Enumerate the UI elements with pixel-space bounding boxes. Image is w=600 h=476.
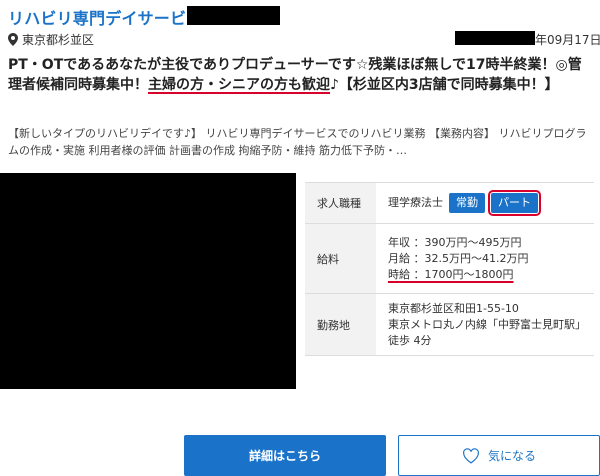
headline-highlight: 主婦の方・シニアの方も歓迎: [148, 77, 330, 93]
location-text: 東京都杉並区: [22, 33, 95, 47]
job-headline[interactable]: PT・OTであるあなたが主役でありプロデューサーです☆残業ほぼ無しで17時半終業…: [8, 55, 594, 95]
map-pin-icon: [8, 33, 18, 46]
redacted-block: [455, 31, 535, 45]
table-row: 給料 年収 ：390万円〜495万円 月給 ：32.5万円〜41.2万円 時給 …: [305, 224, 594, 294]
access: 東京メトロ丸ノ内線「中野富士見町駅」徒歩 4分: [388, 317, 586, 347]
job-info-table: 求人職種 理学療法士 常勤 パート 給料 年収 ：390万円〜495万円 月給 …: [305, 182, 594, 356]
detail-button[interactable]: 詳細はこちら: [184, 435, 386, 476]
tag-fulltime: 常勤: [449, 193, 485, 213]
salary-cell: 年収 ：390万円〜495万円 月給 ：32.5万円〜41.2万円 時給 ：17…: [376, 224, 594, 293]
job-photo: [0, 173, 296, 389]
favorite-label: 気になる: [487, 449, 536, 463]
type-cell: 理学療法士 常勤 パート: [376, 183, 594, 223]
favorite-button[interactable]: 気になる: [398, 435, 600, 476]
salary-hourly: 時給 ：1700円〜1800円: [388, 267, 514, 281]
type-value: 理学療法士: [388, 196, 443, 209]
redacted-block: [187, 6, 280, 25]
workplace-cell: 東京都杉並区和田1-55-10 東京メトロ丸ノ内線「中野富士見町駅」徒歩 4分: [376, 294, 594, 355]
job-description: 【新しいタイプのリハビリデイです♪】 リハビリ専門デイサービスでのリハビリ業務 …: [8, 127, 587, 157]
salary-label: 給料: [305, 224, 376, 293]
table-row: 求人職種 理学療法士 常勤 パート: [305, 183, 594, 224]
address: 東京都杉並区和田1-55-10: [388, 301, 519, 315]
posted-date: 年09月17日: [535, 33, 600, 47]
table-row: 勤務地 東京都杉並区和田1-55-10 東京メトロ丸ノ内線「中野富士見町駅」徒歩…: [305, 294, 594, 356]
salary-annual: 年収 ：390万円〜495万円: [388, 235, 522, 249]
tag-parttime: パート: [488, 190, 541, 216]
type-label: 求人職種: [305, 183, 376, 223]
location-row: 東京都杉並区: [8, 31, 94, 48]
heart-icon: [463, 447, 479, 464]
headline-text: ♪【杉並区内3店舗で同時募集中！】: [330, 77, 559, 93]
workplace-label: 勤務地: [305, 294, 376, 355]
company-name[interactable]: リハビリ専門デイサービス: [8, 5, 202, 29]
salary-monthly: 月給 ：32.5万円〜41.2万円: [388, 251, 529, 265]
